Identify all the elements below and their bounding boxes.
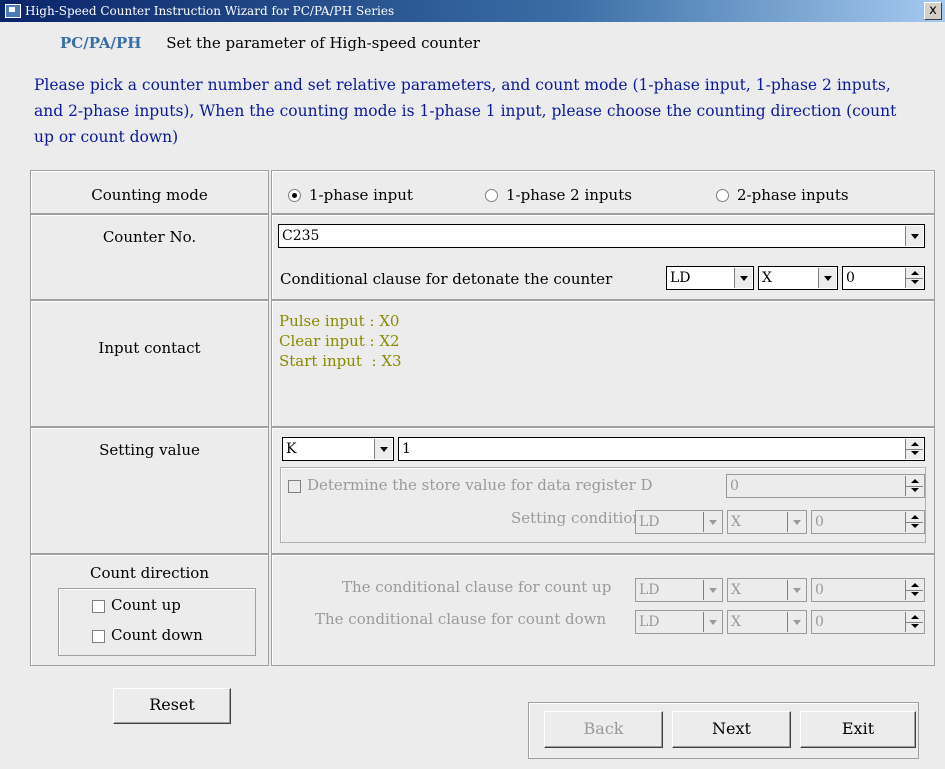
- exit-button[interactable]: Exit: [800, 711, 916, 748]
- setting-value-stepper[interactable]: 1: [398, 437, 925, 461]
- reset-button[interactable]: Reset: [113, 688, 231, 724]
- spin-arrows-icon[interactable]: [905, 512, 923, 532]
- chevron-down-icon[interactable]: [905, 226, 923, 246]
- checkbox-icon: [288, 479, 301, 493]
- chevron-down-icon[interactable]: [374, 439, 392, 459]
- detonate-device-select[interactable]: X: [758, 266, 838, 290]
- count-up-instr-select[interactable]: LD: [635, 578, 723, 602]
- pulse-input-text: Pulse input : X0: [279, 312, 400, 330]
- chevron-down-icon[interactable]: [787, 580, 805, 600]
- start-input-text: Start input : X3: [279, 352, 402, 370]
- page-header: PC/PA/PH Set the parameter of High-speed…: [60, 34, 480, 52]
- counter-no-label: Counter No.: [102, 228, 197, 246]
- app-window-icon: [5, 4, 21, 18]
- count-direction-row: Count direction Count up Count down The …: [30, 554, 935, 666]
- input-contact-row: Input contact Pulse input : X0 Clear inp…: [30, 300, 935, 427]
- setting-cond-number-stepper[interactable]: 0: [811, 510, 925, 534]
- setting-value-label: Setting value: [99, 441, 200, 459]
- radio-label: 1-phase 2 inputs: [506, 186, 632, 204]
- detonate-clause-label: Conditional clause for detonate the coun…: [280, 270, 613, 288]
- input-contact-label: Input contact: [98, 339, 201, 357]
- count-down-clause-label: The conditional clause for count down: [315, 610, 607, 628]
- store-checkbox[interactable]: Determine the store value for data regis…: [288, 476, 653, 494]
- checkbox-icon: [92, 599, 105, 613]
- detonate-number-stepper[interactable]: 0: [842, 266, 925, 290]
- next-button[interactable]: Next: [672, 711, 791, 748]
- spin-arrows-icon[interactable]: [905, 476, 923, 496]
- counter-no-row: Counter No. C235 Conditional clause for …: [30, 214, 935, 300]
- close-button[interactable]: x: [924, 2, 942, 20]
- count-up-number-stepper[interactable]: 0: [811, 578, 925, 602]
- back-button[interactable]: Back: [544, 711, 663, 748]
- chevron-down-icon[interactable]: [734, 268, 752, 288]
- count-up-device-select[interactable]: X: [727, 578, 807, 602]
- count-down-number-stepper[interactable]: 0: [811, 610, 925, 634]
- spin-arrows-icon[interactable]: [905, 612, 923, 632]
- radio-1-phase-2-inputs[interactable]: 1-phase 2 inputs: [485, 186, 632, 204]
- radio-unselected-icon: [485, 188, 498, 202]
- title-bar: High-Speed Counter Instruction Wizard fo…: [0, 0, 945, 22]
- chevron-down-icon[interactable]: [818, 268, 836, 288]
- counting-mode-row: Counting mode 1-phase input 1-phase 2 in…: [30, 170, 935, 214]
- store-value-stepper[interactable]: 0: [726, 474, 925, 498]
- count-down-instr-select[interactable]: LD: [635, 610, 723, 634]
- spin-arrows-icon[interactable]: [905, 268, 923, 288]
- chevron-down-icon[interactable]: [787, 612, 805, 632]
- spin-arrows-icon[interactable]: [905, 439, 923, 459]
- setting-cond-instr-select[interactable]: LD: [635, 510, 723, 534]
- instructions-text: Please pick a counter number and set rel…: [34, 76, 897, 146]
- count-down-device-select[interactable]: X: [727, 610, 807, 634]
- count-up-clause-label: The conditional clause for count up: [342, 578, 612, 596]
- counter-no-select[interactable]: C235: [278, 224, 925, 248]
- brand-label: PC/PA/PH: [60, 34, 142, 52]
- radio-unselected-icon: [716, 188, 729, 202]
- chevron-down-icon[interactable]: [703, 612, 721, 632]
- radio-2-phase-inputs[interactable]: 2-phase inputs: [716, 186, 849, 204]
- setting-value-row: Setting value K 1 Determine the store va…: [30, 427, 935, 554]
- checkbox-icon: [92, 629, 105, 643]
- window-title: High-Speed Counter Instruction Wizard fo…: [25, 4, 395, 18]
- radio-selected-icon: [288, 188, 301, 202]
- chevron-down-icon[interactable]: [703, 512, 721, 532]
- setting-type-select[interactable]: K: [282, 437, 394, 461]
- count-up-checkbox[interactable]: Count up: [92, 596, 181, 614]
- radio-label: 1-phase input: [309, 186, 413, 204]
- chevron-down-icon[interactable]: [703, 580, 721, 600]
- spin-arrows-icon[interactable]: [905, 580, 923, 600]
- input-contact-list: Pulse input : X0 Clear input : X2 Start …: [279, 311, 402, 371]
- radio-1-phase-input[interactable]: 1-phase input: [288, 186, 413, 204]
- setting-cond-device-select[interactable]: X: [727, 510, 807, 534]
- detonate-instr-select[interactable]: LD: [666, 266, 754, 290]
- chevron-down-icon[interactable]: [787, 512, 805, 532]
- count-direction-label: Count direction: [90, 564, 209, 582]
- counting-mode-label: Counting mode: [91, 186, 208, 204]
- page-subtitle: Set the parameter of High-speed counter: [166, 34, 480, 52]
- radio-label: 2-phase inputs: [737, 186, 849, 204]
- clear-input-text: Clear input : X2: [279, 332, 400, 350]
- count-down-checkbox[interactable]: Count down: [92, 626, 203, 644]
